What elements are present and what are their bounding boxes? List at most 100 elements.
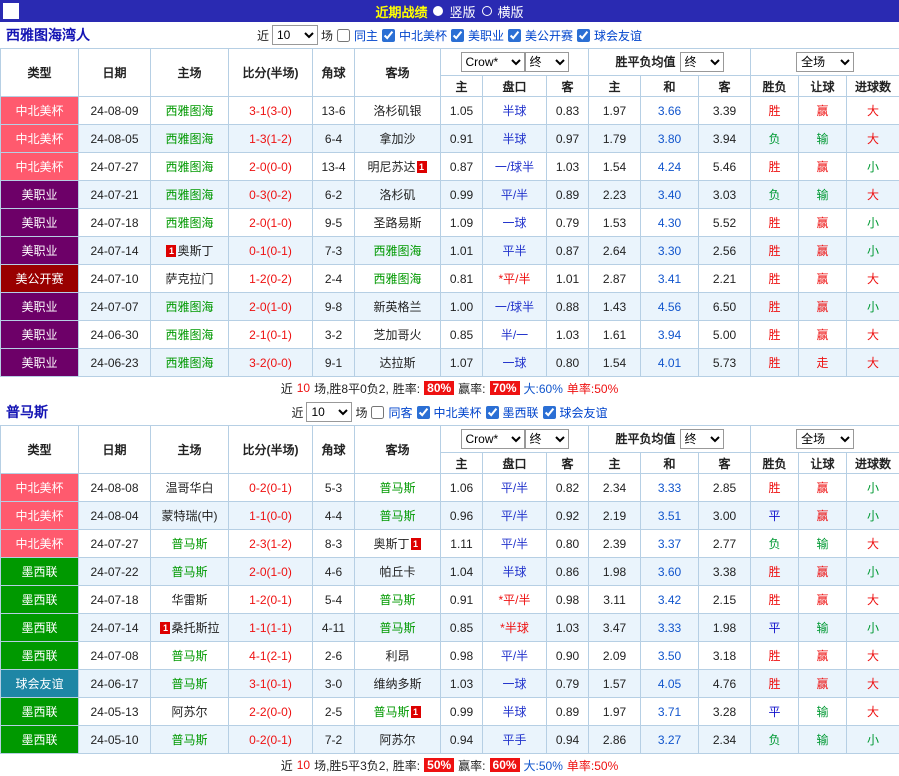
same-venue-checkbox[interactable] [337,29,350,42]
avg-away: 6.50 [699,293,751,321]
team-link[interactable]: 西雅图海 [165,188,213,202]
team-link[interactable]: 普马斯 [171,537,207,551]
home-team: 西雅图海 [151,97,229,125]
league-badge[interactable]: 墨西联 [1,586,79,614]
league-filter-checkbox[interactable] [543,406,556,419]
away-team: 阿苏尔 [355,726,441,754]
team-link[interactable]: 西雅图海 [373,244,421,258]
radio-vertical[interactable] [433,6,443,16]
avg-group-header: 胜平负均值终 [589,49,751,76]
team-link[interactable]: 奥斯丁 [177,244,213,258]
league-badge[interactable]: 墨西联 [1,614,79,642]
team-link[interactable]: 西雅图海 [165,132,213,146]
league-badge[interactable]: 中北美杯 [1,153,79,181]
corners-value: 4-11 [313,614,355,642]
team-link[interactable]: 西雅图海 [165,216,213,230]
team-link[interactable]: 洛杉矶 [379,188,415,202]
filter-games-label: 场 [355,404,367,421]
team-link[interactable]: 西雅图海 [165,104,213,118]
team-link[interactable]: 蒙特瑞(中) [162,509,218,523]
league-badge[interactable]: 球会友谊 [1,670,79,698]
team-link[interactable]: 维纳多斯 [373,677,421,691]
league-badge[interactable]: 墨西联 [1,726,79,754]
league-badge[interactable]: 美职业 [1,209,79,237]
team-link[interactable]: 芝加哥火 [373,328,421,342]
team-link[interactable]: 洛杉矶银 [373,104,421,118]
team-link[interactable]: 普马斯 [171,649,207,663]
scope-select[interactable]: 全场 [796,52,854,72]
team-link[interactable]: 利昂 [385,649,409,663]
team-link[interactable]: 普马斯 [379,593,415,607]
team-link[interactable]: 阿苏尔 [379,733,415,747]
league-filter-checkbox[interactable] [382,29,395,42]
result-handicap: 赢 [799,558,847,586]
league-badge[interactable]: 中北美杯 [1,474,79,502]
league-badge[interactable]: 美公开赛 [1,265,79,293]
team-link[interactable]: 西雅图海 [165,356,213,370]
team-link[interactable]: 桑托斯拉 [171,621,219,635]
radio-horizontal[interactable] [482,6,492,16]
team-link[interactable]: 阿苏尔 [171,705,207,719]
team-link[interactable]: 西雅图海 [165,328,213,342]
team-link[interactable]: 圣路易斯 [373,216,421,230]
odds-company-select[interactable]: Crow* [461,429,525,449]
league-filter-checkbox[interactable] [508,29,521,42]
team-link[interactable]: 普马斯 [171,565,207,579]
odds-time-select[interactable]: 终 [525,429,569,449]
odds-time-select[interactable]: 终 [525,52,569,72]
league-badge[interactable]: 墨西联 [1,642,79,670]
league-badge[interactable]: 美职业 [1,237,79,265]
league-badge[interactable]: 美职业 [1,321,79,349]
same-venue-checkbox[interactable] [371,406,384,419]
avg-time-select[interactable]: 终 [680,429,724,449]
league-badge[interactable]: 美职业 [1,293,79,321]
handicap: 一球 [483,349,547,377]
radio-horizontal-label[interactable]: 横版 [498,2,524,21]
team-link[interactable]: 达拉斯 [379,356,415,370]
team-name[interactable]: 西雅图海湾人 [6,25,90,45]
league-badge[interactable]: 美职业 [1,181,79,209]
radio-vertical-label[interactable]: 竖版 [449,2,475,21]
team-link[interactable]: 西雅图海 [373,272,421,286]
league-badge[interactable]: 中北美杯 [1,530,79,558]
league-filter-checkbox[interactable] [577,29,590,42]
team-link[interactable]: 新英格兰 [373,300,421,314]
league-filter-checkbox[interactable] [451,29,464,42]
league-badge[interactable]: 中北美杯 [1,502,79,530]
team-link[interactable]: 西雅图海 [165,160,213,174]
team-link[interactable]: 华雷斯 [171,593,207,607]
recent-count-select[interactable]: 10 [272,25,318,45]
team-link[interactable]: 西雅图海 [165,300,213,314]
league-badge[interactable]: 美职业 [1,349,79,377]
section-footer: 近10场,胜8平0负2,胜率:80%赢率:70%大:60%单率:50% [0,377,899,399]
column-subheader: 客 [699,76,751,97]
team-link[interactable]: 普马斯 [373,705,409,719]
team-link[interactable]: 温哥华白 [165,481,213,495]
team-link[interactable]: 普马斯 [379,621,415,635]
team-name[interactable]: 普马斯 [6,402,48,422]
match-row: 美职业24-07-141奥斯丁0-1(0-1)7-3西雅图海1.01平半0.87… [1,237,899,265]
avg-draw: 4.30 [641,209,699,237]
league-badge[interactable]: 墨西联 [1,698,79,726]
recent-count-select[interactable]: 10 [306,402,352,422]
team-link[interactable]: 奥斯丁 [373,537,409,551]
league-badge[interactable]: 中北美杯 [1,97,79,125]
column-header: 客场 [355,426,441,474]
team-link[interactable]: 萨克拉门 [165,272,213,286]
home-team: 萨克拉门 [151,265,229,293]
team-link[interactable]: 普马斯 [379,481,415,495]
league-filter-checkbox[interactable] [486,406,499,419]
league-badge[interactable]: 墨西联 [1,558,79,586]
team-link[interactable]: 普马斯 [171,677,207,691]
team-link[interactable]: 普马斯 [379,509,415,523]
scope-select[interactable]: 全场 [796,429,854,449]
team-link[interactable]: 帕丘卡 [379,565,415,579]
odds-company-select[interactable]: Crow* [461,52,525,72]
league-badge[interactable]: 中北美杯 [1,125,79,153]
away-team: 拿加沙 [355,125,441,153]
league-filter-checkbox[interactable] [417,406,430,419]
team-link[interactable]: 拿加沙 [379,132,415,146]
avg-time-select[interactable]: 终 [680,52,724,72]
team-link[interactable]: 普马斯 [171,733,207,747]
team-link[interactable]: 明尼苏达 [367,160,415,174]
